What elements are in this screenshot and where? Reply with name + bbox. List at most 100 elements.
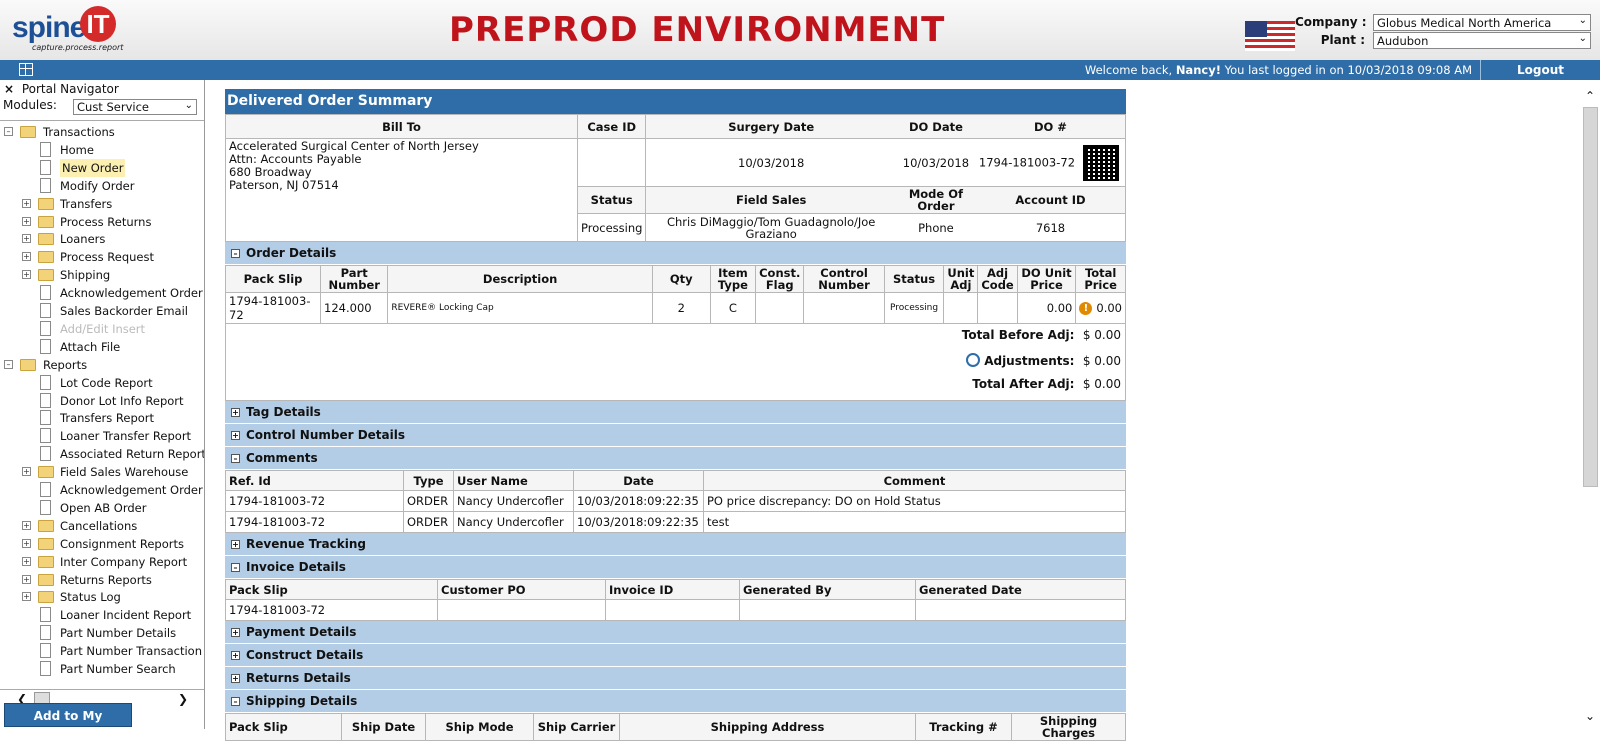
expand-icon[interactable]: + — [22, 592, 31, 602]
comments-section[interactable]: – Comments — [225, 447, 1126, 470]
expand-icon[interactable]: + — [22, 520, 31, 530]
add-to-favorites-button[interactable]: Add to My Favorites — [4, 703, 132, 747]
collapse-icon[interactable]: – — [4, 127, 13, 136]
sidebar-item-associated-return-report[interactable]: Associated Return Report — [0, 445, 204, 463]
sidebar-item-loaner-incident-report[interactable]: Loaner Incident Report — [0, 606, 204, 624]
sidebar-item-sales-backorder-email[interactable]: Sales Backorder Email — [0, 302, 204, 320]
sidebar-item-label: Loaner Incident Report — [60, 608, 192, 623]
expand-icon[interactable]: + — [22, 252, 31, 262]
sidebar-item-shipping[interactable]: + Shipping — [0, 266, 204, 284]
sidebar-item-process-request[interactable]: + Process Request — [0, 248, 204, 266]
collapse-icon[interactable]: – — [231, 249, 240, 258]
payment-details-section[interactable]: + Payment Details — [225, 621, 1126, 644]
plant-select[interactable]: Audubon ⌄ — [1373, 32, 1591, 49]
sidebar-item-label: Lot Code Report — [60, 375, 153, 390]
sidebar-item-open-ab-order[interactable]: Open AB Order — [0, 499, 204, 517]
sidebar-item-status-log[interactable]: + Status Log — [0, 588, 204, 606]
expand-icon[interactable]: + — [22, 574, 31, 584]
do-number-value: 1794-181003-72 — [978, 155, 1076, 169]
sidebar-item-field-sales-warehouse[interactable]: + Field Sales Warehouse — [0, 463, 204, 481]
warning-icon[interactable]: ! — [1079, 302, 1093, 315]
revenue-tracking-section[interactable]: + Revenue Tracking — [225, 533, 1126, 556]
expand-icon[interactable]: + — [22, 538, 31, 548]
expand-icon[interactable]: + — [22, 216, 31, 226]
sidebar-item-home[interactable]: Home — [0, 141, 204, 159]
collapse-icon[interactable]: – — [231, 454, 240, 463]
column-header: Pack Slip — [225, 713, 342, 741]
sidebar-item-process-returns[interactable]: + Process Returns — [0, 213, 204, 231]
expand-icon[interactable]: + — [22, 467, 31, 477]
sidebar-item-part-number-transaction[interactable]: Part Number Transaction — [0, 642, 204, 660]
sidebar-item-lot-code-report[interactable]: Lot Code Report — [0, 374, 204, 392]
sidebar-item-add-edit-insert[interactable]: Add/Edit Insert — [0, 320, 204, 338]
sidebar-item-acknowledgement-order[interactable]: Acknowledgement Order — [0, 481, 204, 499]
invoice-details-section[interactable]: – Invoice Details — [225, 556, 1126, 579]
spineit-logo[interactable]: spine IT capture.process.report — [12, 6, 124, 54]
sidebar-item-consignment-reports[interactable]: + Consignment Reports — [0, 535, 204, 553]
sidebar-item-label: Status Log — [60, 590, 121, 605]
expand-icon[interactable]: + — [231, 408, 240, 417]
sidebar-item-new-order[interactable]: New Order — [0, 158, 204, 177]
sidebar-item-part-number-search[interactable]: Part Number Search — [0, 660, 204, 678]
shipping-details-section[interactable]: – Shipping Details — [225, 690, 1126, 713]
last-login: You last logged in on 10/03/2018 09:08 A… — [1224, 63, 1472, 77]
sidebar-item-part-number-details[interactable]: Part Number Details — [0, 624, 204, 642]
scroll-right-icon[interactable]: ❯ — [178, 692, 188, 706]
scroll-up-icon[interactable]: ⌃ — [1585, 89, 1595, 103]
expand-icon[interactable]: + — [22, 556, 31, 566]
tag-details-section[interactable]: + Tag Details — [225, 401, 1126, 424]
table-cell: ORDER — [403, 490, 454, 512]
modules-select[interactable]: Cust Service ⌄ — [73, 99, 197, 115]
expand-icon[interactable]: + — [231, 651, 240, 660]
column-header: Total Price — [1075, 265, 1126, 293]
account-id-value: 7618 — [975, 213, 1126, 242]
modules-row: Modules: Cust Service ⌄ — [0, 98, 204, 116]
expand-icon[interactable]: + — [22, 270, 31, 280]
table-cell: ORDER — [403, 511, 454, 533]
returns-details-section[interactable]: + Returns Details — [225, 667, 1126, 690]
document-icon — [40, 320, 51, 336]
sidebar-item-transfers-report[interactable]: Transfers Report — [0, 409, 204, 427]
control-number-section[interactable]: + Control Number Details — [225, 424, 1126, 447]
expand-icon[interactable]: + — [231, 540, 240, 549]
sidebar-item-inter-company-report[interactable]: + Inter Company Report — [0, 553, 204, 571]
summary-table: Bill To Case ID Surgery Date DO Date DO … — [225, 114, 1126, 242]
sidebar-item-donor-lot-info-report[interactable]: Donor Lot Info Report — [0, 392, 204, 410]
company-select[interactable]: Globus Medical North America ⌄ — [1373, 14, 1591, 31]
expand-icon[interactable]: + — [231, 431, 240, 440]
expand-icon[interactable]: + — [22, 234, 31, 244]
expand-icon[interactable]: + — [231, 628, 240, 637]
sidebar-item-returns-reports[interactable]: + Returns Reports — [0, 571, 204, 589]
sidebar-item-label: Reports — [43, 357, 88, 372]
sidebar-item-cancellations[interactable]: + Cancellations — [0, 517, 204, 535]
sidebar-item-label: Transfers Report — [60, 411, 155, 426]
expand-icon[interactable]: + — [22, 198, 31, 208]
adjustments: Adjustments: $ 0.00 — [966, 353, 1121, 368]
scroll-thumb[interactable] — [1583, 107, 1598, 487]
sidebar-item-modify-order[interactable]: Modify Order — [0, 177, 204, 195]
sidebar-item-label: Returns Reports — [60, 572, 152, 587]
collapse-icon[interactable]: – — [231, 563, 240, 572]
close-icon[interactable]: × — [4, 80, 18, 98]
construct-details-section[interactable]: + Construct Details — [225, 644, 1126, 667]
portal-navigator: × Portal Navigator Modules: Cust Service… — [0, 80, 205, 729]
collapse-icon[interactable]: – — [231, 697, 240, 706]
sidebar-item-attach-file[interactable]: Attach File — [0, 338, 204, 356]
expand-icon[interactable]: + — [231, 674, 240, 683]
sidebar-item-reports[interactable]: – Reports — [0, 356, 204, 374]
column-header: Item Type — [709, 265, 757, 293]
logout-button[interactable]: Logout — [1480, 60, 1600, 80]
sidebar-item-transfers[interactable]: + Transfers — [0, 195, 204, 213]
sidebar-item-loaners[interactable]: + Loaners — [0, 230, 204, 248]
section-title: Shipping Details — [246, 694, 358, 708]
collapse-icon[interactable]: – — [4, 359, 13, 369]
sidebar-item-label: Add/Edit Insert — [60, 321, 146, 336]
sidebar-item-acknowledgement-order[interactable]: Acknowledgement Order — [0, 284, 204, 302]
sidebar-item-loaner-transfer-report[interactable]: Loaner Transfer Report — [0, 427, 204, 445]
grid-icon[interactable] — [19, 63, 33, 76]
sidebar-item-transactions[interactable]: – Transactions — [0, 123, 204, 141]
order-details-section[interactable]: – Order Details — [225, 242, 1126, 265]
magnifier-icon[interactable] — [966, 353, 981, 367]
vertical-scrollbar[interactable]: ⌃ ⌄ — [1581, 89, 1600, 729]
scroll-down-icon[interactable]: ⌄ — [1585, 709, 1595, 723]
